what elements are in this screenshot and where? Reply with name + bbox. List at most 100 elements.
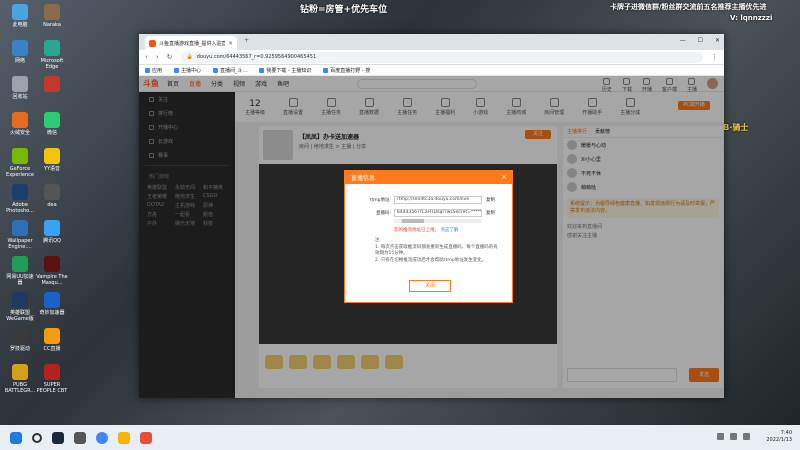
desktop-icon[interactable]: 网易UU加速器 bbox=[4, 256, 36, 286]
bookmark-item[interactable]: 我要下载 - 主播知识 bbox=[259, 67, 311, 74]
app-icon bbox=[44, 364, 60, 380]
desktop-icon[interactable]: PUBG BATTLEGR... bbox=[4, 364, 36, 394]
new-tab-button[interactable]: + bbox=[244, 37, 249, 44]
back-icon[interactable]: ‹ bbox=[145, 53, 148, 61]
system-tray bbox=[717, 433, 750, 440]
desktop-icon-label: 奇妙加速器 bbox=[39, 310, 65, 316]
app-icon bbox=[44, 328, 60, 344]
desktop-icon[interactable]: 网络 bbox=[4, 40, 36, 64]
learn-more-link[interactable]: 点这了解 bbox=[440, 228, 458, 233]
desktop-icon[interactable]: 罗技驱动 bbox=[4, 328, 36, 352]
desktop-icon-label: 微信 bbox=[46, 130, 57, 136]
clock-time: 7:40 bbox=[780, 430, 792, 436]
desktop-icon[interactable]: SUPER PEOPLE CBT bbox=[36, 364, 68, 394]
desktop-icon[interactable]: GeForce Experience bbox=[4, 148, 36, 178]
bookmark-label: 直播间_斗... bbox=[220, 67, 248, 74]
desktop-icon-label: 英雄联盟 WeGame版 bbox=[6, 310, 34, 322]
app-icon bbox=[44, 148, 60, 164]
desktop-icon[interactable]: 微信 bbox=[36, 112, 68, 136]
copy-rtmp-button[interactable]: 复制 bbox=[486, 197, 495, 203]
bookmarks-bar: 应用 主播中心 直播间_斗... 我要下载 - 主播知识 百度直播打野 - 搜 bbox=[139, 65, 724, 76]
volume-icon[interactable] bbox=[730, 433, 737, 440]
desktop-icon-label: 罗技驱动 bbox=[9, 346, 30, 352]
chrome-icon[interactable] bbox=[96, 431, 108, 444]
desktop-icon[interactable]: YY语音 bbox=[36, 148, 68, 172]
desktop-icon[interactable]: 奇妙加速器 bbox=[36, 292, 68, 316]
bookmark-label: 我要下载 - 主播知识 bbox=[266, 67, 312, 74]
tab-title: 斗鱼直播游戏直播_提供入驻直播 bbox=[159, 40, 225, 47]
bookmark-item[interactable]: 直播间_斗... bbox=[213, 67, 247, 74]
minimize-icon[interactable]: — bbox=[680, 37, 686, 44]
desktop-icon[interactable] bbox=[36, 76, 68, 94]
app-icon bbox=[44, 292, 60, 308]
bookmark-icon bbox=[145, 67, 150, 73]
file-explorer-icon[interactable] bbox=[118, 431, 130, 444]
rtmp-field[interactable]: rtmp://sendtc3a.douyu.com/live bbox=[394, 196, 482, 204]
app-icon bbox=[12, 256, 28, 272]
bookmark-label: 应用 bbox=[152, 67, 163, 74]
browser-tab[interactable]: 斗鱼直播游戏直播_提供入驻直播 × bbox=[145, 36, 237, 50]
menu-icon[interactable]: ⋮ bbox=[711, 53, 718, 61]
dialog-title: 直播信息 bbox=[351, 175, 376, 182]
douyu-favicon-icon bbox=[149, 39, 156, 47]
stream-key-field[interactable]: 644435​67rCaHTDsqr?wsSecret=********* bbox=[394, 209, 482, 217]
bookmark-item[interactable]: 应用 bbox=[145, 67, 162, 74]
desktop-icon[interactable]: Adobe Photosho... bbox=[4, 184, 36, 214]
desktop-icon[interactable]: CC直播 bbox=[36, 328, 68, 352]
stream-key-label: 直播码: bbox=[375, 211, 391, 216]
system-clock[interactable]: 7:40 2022/1/13 bbox=[766, 430, 792, 444]
field-scrollbar[interactable] bbox=[394, 219, 482, 223]
reload-icon[interactable]: ↻ bbox=[167, 53, 173, 61]
bookmark-item[interactable]: 主播中心 bbox=[174, 67, 201, 74]
note-1: 1. 每次点击获取推流码都会重新生成直播码，每个直播码的有效期为15分钟。 bbox=[375, 244, 498, 257]
desktop-icon[interactable]: Wallpaper Engine:... bbox=[4, 220, 36, 250]
desktop-icon[interactable]: Naraka bbox=[36, 4, 68, 28]
desktop-icon-label: GeForce Experience bbox=[6, 166, 34, 178]
bookmark-icon bbox=[323, 67, 329, 73]
taskbar: 7:40 2022/1/13 bbox=[0, 425, 800, 450]
bookmark-label: 百度直播打野 - 搜 bbox=[330, 67, 371, 74]
bookmark-item[interactable]: 百度直播打野 - 搜 bbox=[323, 67, 370, 74]
obs-icon[interactable] bbox=[74, 431, 86, 444]
start-icon[interactable] bbox=[10, 431, 22, 444]
network-icon[interactable] bbox=[717, 433, 724, 440]
app-icon bbox=[12, 148, 28, 164]
desktop-icon[interactable]: Microsoft Edge bbox=[36, 40, 68, 70]
copy-key-button[interactable]: 复制 bbox=[486, 210, 495, 216]
search-icon[interactable] bbox=[32, 432, 42, 443]
forward-icon[interactable]: › bbox=[156, 53, 159, 61]
tab-close-icon[interactable]: × bbox=[228, 40, 233, 47]
desktop-icon-label: 腾讯QQ bbox=[43, 238, 61, 244]
app-icon bbox=[44, 76, 60, 92]
desktop-icon[interactable]: 此电脑 bbox=[4, 4, 36, 28]
battery-icon[interactable] bbox=[743, 433, 750, 440]
desktop-icon-label: CC直播 bbox=[43, 346, 61, 352]
desktop-icon[interactable]: 回收站 bbox=[4, 76, 36, 100]
url-field[interactable]: 🔒 douyu.com/644435​67_r=0.92595649004654… bbox=[180, 51, 703, 63]
maximize-icon[interactable]: ☐ bbox=[698, 37, 703, 44]
desktop-icon[interactable]: Vampire The Masqu... bbox=[36, 256, 68, 286]
app-icon bbox=[12, 292, 28, 308]
desktop-icon-label: 回收站 bbox=[12, 94, 28, 100]
desktop-icon-label: Naraka bbox=[43, 22, 61, 28]
desktop-icon[interactable]: 火绒安全 bbox=[4, 112, 36, 136]
desktop-icon[interactable]: 英雄联盟 WeGame版 bbox=[4, 292, 36, 322]
close-window-icon[interactable]: ✕ bbox=[715, 37, 720, 44]
desktop-icon-label: SUPER PEOPLE CBT bbox=[36, 382, 68, 394]
desktop-icon-label: Microsoft Edge bbox=[40, 58, 64, 70]
status-warning: 您的推流地址已上线。 点这了解 bbox=[394, 227, 512, 233]
app-icon bbox=[44, 4, 60, 20]
desktop-icon[interactable]: dea bbox=[36, 184, 68, 208]
desktop-icon[interactable]: 腾讯QQ bbox=[36, 220, 68, 244]
desktop-icon-label: Wallpaper Engine:... bbox=[7, 238, 33, 250]
url-text: douyu.com/644435​67_r=0.92595649004654​5… bbox=[196, 54, 317, 60]
steam-icon[interactable] bbox=[52, 431, 64, 444]
app-icon[interactable] bbox=[140, 431, 152, 444]
clock-date: 2022/1/13 bbox=[766, 437, 792, 443]
tab-bar: 斗鱼直播游戏直播_提供入驻直播 × + — ☐ ✕ bbox=[139, 34, 724, 50]
app-icon bbox=[44, 184, 60, 200]
warning-text: 您的推流地址已上线。 bbox=[394, 228, 439, 233]
bookmark-icon bbox=[259, 67, 265, 73]
close-icon[interactable]: × bbox=[501, 173, 507, 181]
close-dialog-button[interactable]: 关闭 bbox=[409, 280, 451, 292]
